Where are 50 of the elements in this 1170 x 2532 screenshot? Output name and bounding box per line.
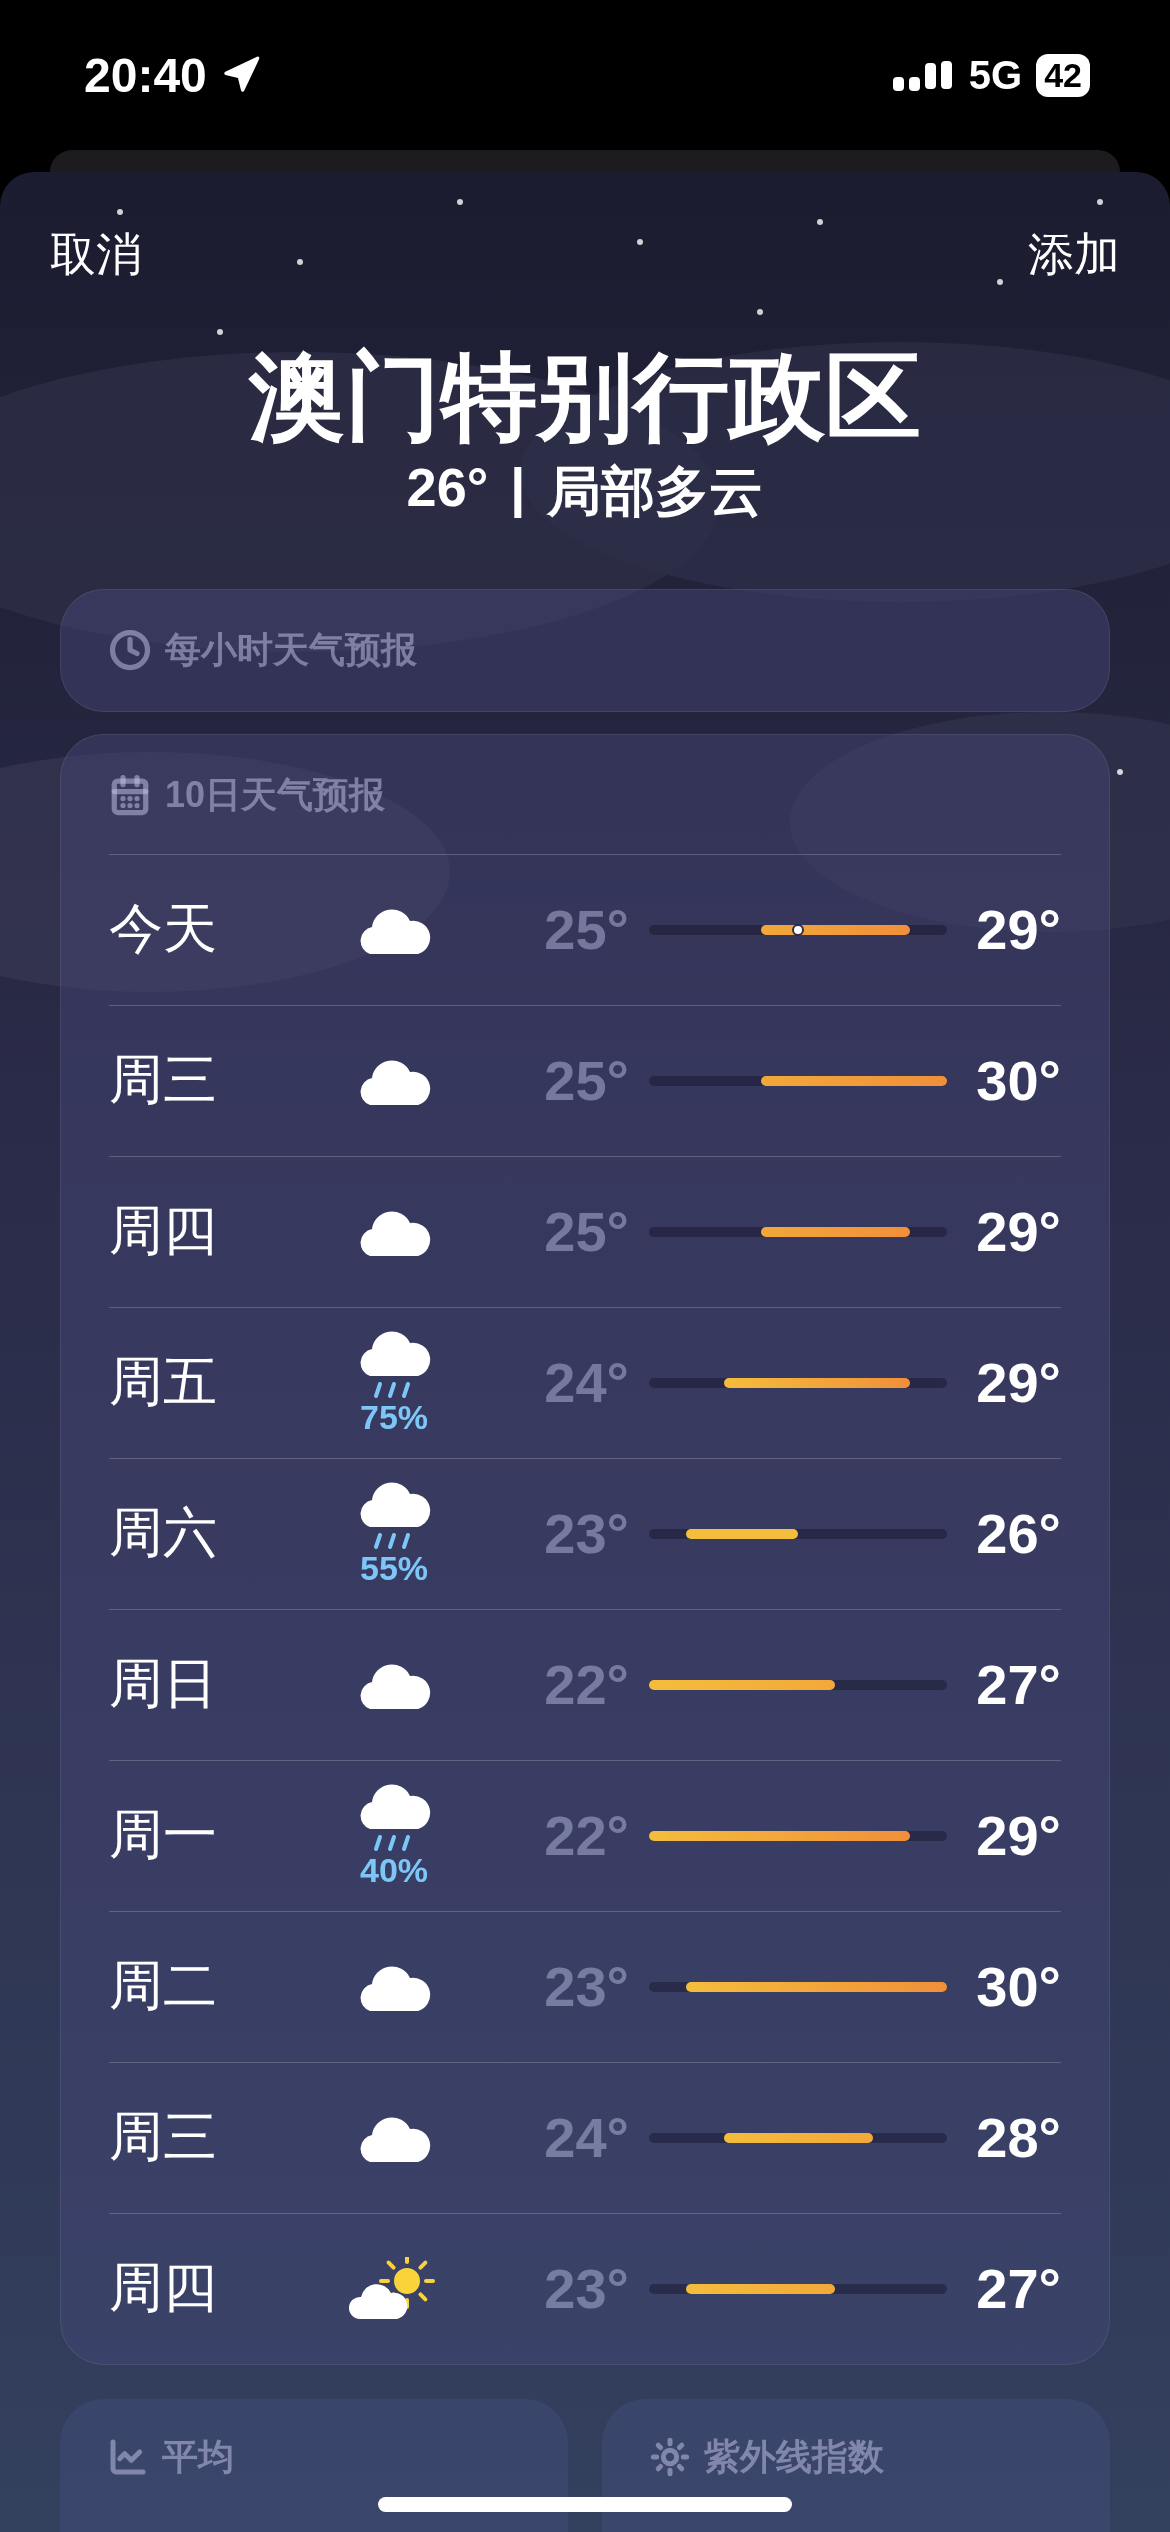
day-label: 周四 [109,1199,218,1263]
high-temperature: 29° [975,1199,1061,1265]
battery-level: 42 [1036,53,1090,97]
tile-title: 平均 [162,2434,234,2479]
separator: | [510,455,526,520]
high-temperature: 29° [975,1803,1061,1869]
low-temperature: 25° [543,1048,629,1114]
precipitation-chance: 75% [359,1398,429,1438]
cancel-button[interactable]: 取消 [50,224,142,286]
day-label: 周日 [109,1652,218,1716]
high-temperature: 27° [975,1652,1061,1718]
high-temperature: 29° [975,897,1061,963]
low-temperature: 22° [543,1803,629,1869]
low-temperature: 25° [543,1199,629,1265]
card-title: 10日天气预报 [165,772,386,817]
high-temperature: 26° [975,1501,1061,1567]
high-temperature: 27° [975,2256,1061,2322]
high-temperature: 29° [975,1350,1061,1416]
low-temperature: 23° [543,1954,629,2020]
day-label: 周六 [109,1501,218,1565]
precipitation-chance: 40% [359,1851,429,1891]
location-name: 澳门特别行政区 [247,344,922,450]
current-temperature: 26° [406,455,489,519]
day-label: 周三 [109,1048,218,1112]
calendar-icon [109,774,151,817]
day-label: 周三 [109,2105,218,2169]
weather-condition: 局部多云 [547,459,764,523]
network-label: 5G [968,52,1023,98]
high-temperature: 28° [975,2105,1061,2171]
chart-icon [108,2437,148,2478]
high-temperature: 30° [975,1048,1061,1114]
add-button[interactable]: 添加 [1028,224,1120,286]
day-label: 周一 [109,1803,218,1867]
tile-title: 紫外线指数 [704,2434,884,2479]
low-temperature: 24° [543,2105,629,2171]
status-time: 20:40 [84,47,207,103]
precipitation-chance: 55% [359,1549,429,1589]
high-temperature: 30° [975,1954,1061,2020]
low-temperature: 24° [543,1350,629,1416]
low-temperature: 22° [543,1652,629,1718]
day-label: 周五 [109,1350,218,1414]
low-temperature: 25° [543,897,629,963]
card-title: 每小时天气预报 [165,627,417,672]
day-label: 周二 [109,1954,218,2018]
day-label: 周四 [109,2256,218,2320]
clock-icon [109,629,151,672]
low-temperature: 23° [543,1501,629,1567]
sun-icon [650,2437,690,2478]
low-temperature: 23° [543,2256,629,2322]
day-label: 今天 [109,897,218,961]
